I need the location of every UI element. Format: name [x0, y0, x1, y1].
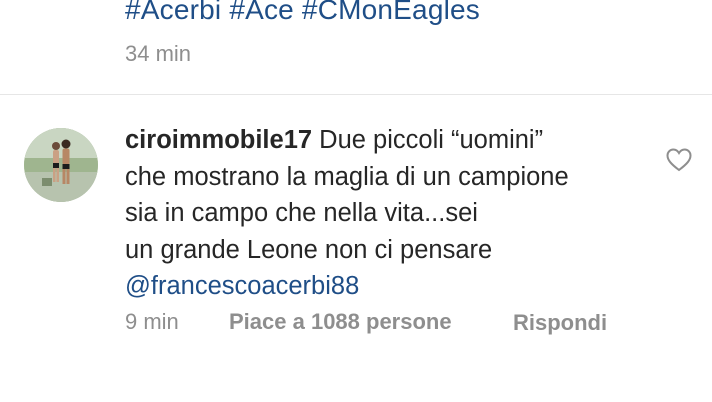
comment-line-1: Due piccoli “uomini”	[319, 126, 544, 154]
mention-link[interactable]: @francescoacerbi88	[125, 268, 645, 305]
comment-timestamp: 9 min	[125, 309, 179, 334]
heart-outline-icon[interactable]	[666, 148, 692, 172]
previous-comment-timestamp: 34 min	[125, 41, 192, 66]
comment-line-4: un grande Leone non ci pensare	[125, 235, 493, 264]
comment-item: ciroimmobile17 Due piccoli “uomini” che …	[0, 96, 712, 402]
avatar[interactable]	[24, 128, 98, 202]
comment-text: ciroimmobile17 Due piccoli “uomini” che …	[125, 122, 645, 305]
hashtags-link[interactable]: #Acerbi #Ace #CMonEagles	[125, 0, 480, 30]
likes-count-button[interactable]: Piace a 1088 persone	[229, 308, 452, 336]
comment-line-3: sia in campo che nella vita...sei	[125, 199, 478, 227]
comment-line-2: che mostrano la maglia di un campione	[125, 162, 569, 191]
comment-username[interactable]: ciroimmobile17	[125, 126, 312, 154]
divider	[0, 94, 712, 95]
reply-button[interactable]: Rispondi	[513, 308, 609, 338]
previous-comment: #Acerbi #Ace #CMonEagles 34 min	[0, 0, 712, 96]
